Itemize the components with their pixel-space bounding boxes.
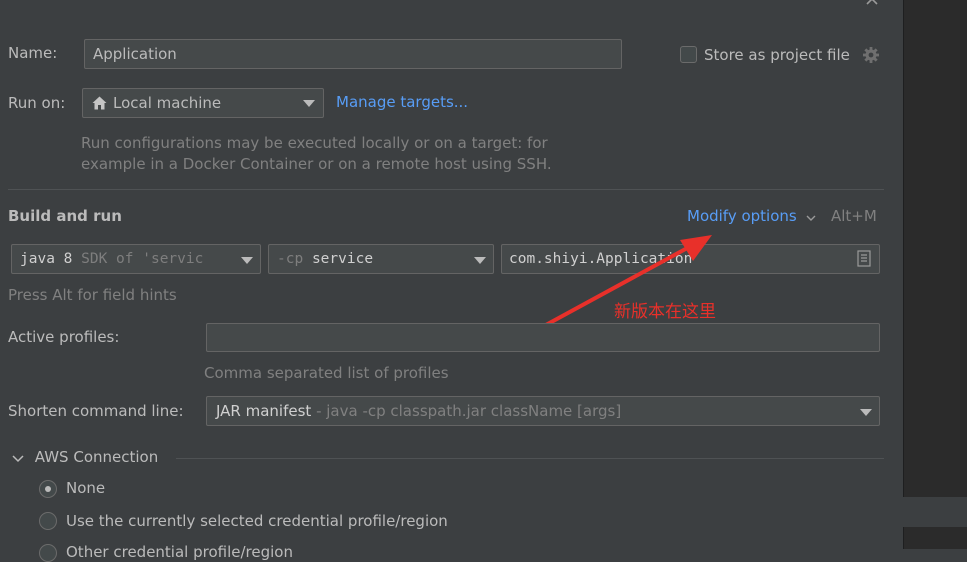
aws-connection-toggle[interactable]: AWS Connection: [12, 448, 158, 467]
aws-other-profile-label[interactable]: Other credential profile/region: [66, 543, 293, 561]
home-icon: [92, 96, 107, 110]
field-hint: Press Alt for field hints: [8, 286, 177, 304]
chevron-down-icon: [806, 208, 816, 226]
aws-current-profile-text: Use the currently selected credential pr…: [66, 512, 448, 530]
run-on-value: Local machine: [113, 94, 222, 112]
shorten-detail-value: - java -cp classpath.jar className [args…: [311, 402, 622, 420]
build-and-run-text: Build and run: [8, 207, 122, 225]
gear-icon[interactable]: [862, 46, 880, 64]
chevron-down-icon: [303, 100, 315, 107]
run-on-label-text: Run on:: [8, 94, 66, 112]
aws-current-profile-label[interactable]: Use the currently selected credential pr…: [66, 512, 448, 530]
name-value: Application: [93, 45, 177, 63]
aws-none-radio[interactable]: [39, 480, 57, 498]
active-profiles-input[interactable]: [206, 323, 880, 352]
store-as-project-text: Store as project file: [704, 46, 850, 64]
aws-current-profile-radio[interactable]: [39, 512, 57, 530]
manage-targets-text: Manage targets...: [336, 93, 469, 111]
close-icon[interactable]: [864, 0, 880, 7]
dialog-edge: [903, 0, 904, 549]
run-on-hint: Run configurations may be executed local…: [81, 133, 552, 175]
active-profiles-hint-text: Comma separated list of profiles: [204, 364, 449, 382]
chevron-down-icon: [474, 257, 486, 264]
modify-options-link[interactable]: Modify options: [687, 207, 816, 226]
active-profiles-label: Active profiles:: [8, 328, 119, 346]
separator: [8, 189, 884, 190]
active-profiles-hint: Comma separated list of profiles: [204, 364, 449, 382]
shorten-command-line-text: Shorten command line:: [8, 402, 184, 420]
build-and-run-title: Build and run: [8, 207, 122, 225]
manage-targets-link[interactable]: Manage targets...: [336, 93, 468, 111]
name-label: Name:: [8, 44, 57, 62]
background-editor: [903, 0, 967, 549]
cp-value: service: [311, 251, 374, 267]
chevron-down-icon: [241, 257, 253, 264]
aws-other-profile-text: Other credential profile/region: [66, 543, 293, 561]
name-label-text: Name:: [8, 44, 58, 62]
shorten-main-value: JAR manifest: [216, 402, 312, 420]
store-as-project-checkbox[interactable]: [680, 46, 697, 63]
aws-connection-title: AWS Connection: [34, 448, 159, 466]
sdk-secondary: SDK of 'servic: [81, 251, 204, 267]
run-on-hint-line-1: Run configurations may be executed local…: [81, 134, 548, 152]
shorten-command-line-label: Shorten command line:: [8, 402, 184, 420]
sdk-dropdown[interactable]: java 8 SDK of 'servic: [11, 244, 261, 274]
name-field[interactable]: Application: [84, 39, 622, 69]
annotation-text: 新版本在这里: [614, 297, 716, 322]
chevron-down-icon: [860, 409, 872, 416]
annotation-label: 新版本在这里: [614, 302, 716, 322]
chevron-down-icon: [12, 449, 24, 467]
modify-options-text: Modify options: [687, 207, 797, 225]
cp-prefix: -cp: [277, 251, 304, 267]
aws-separator: [176, 458, 884, 459]
active-profiles-text: Active profiles:: [8, 328, 120, 346]
shorten-command-line-dropdown[interactable]: JAR manifest - java -cp classpath.jar cl…: [206, 396, 880, 426]
aws-none-text: None: [66, 479, 106, 497]
aws-other-profile-radio[interactable]: [39, 544, 57, 562]
browse-icon[interactable]: [857, 250, 871, 267]
sdk-primary: java 8: [20, 251, 73, 267]
aws-none-label[interactable]: None: [66, 479, 105, 497]
run-on-hint-line-2: example in a Docker Container or on a re…: [81, 155, 552, 173]
run-on-label: Run on:: [8, 94, 65, 112]
field-hint-text: Press Alt for field hints: [8, 286, 177, 304]
modify-options-shortcut: Alt+M: [831, 207, 877, 225]
modify-options-shortcut-text: Alt+M: [831, 207, 877, 225]
classpath-dropdown[interactable]: -cp service: [268, 244, 494, 274]
run-on-dropdown[interactable]: Local machine: [82, 88, 324, 118]
store-as-project-label[interactable]: Store as project file: [704, 46, 850, 64]
background-bar: [903, 497, 967, 527]
